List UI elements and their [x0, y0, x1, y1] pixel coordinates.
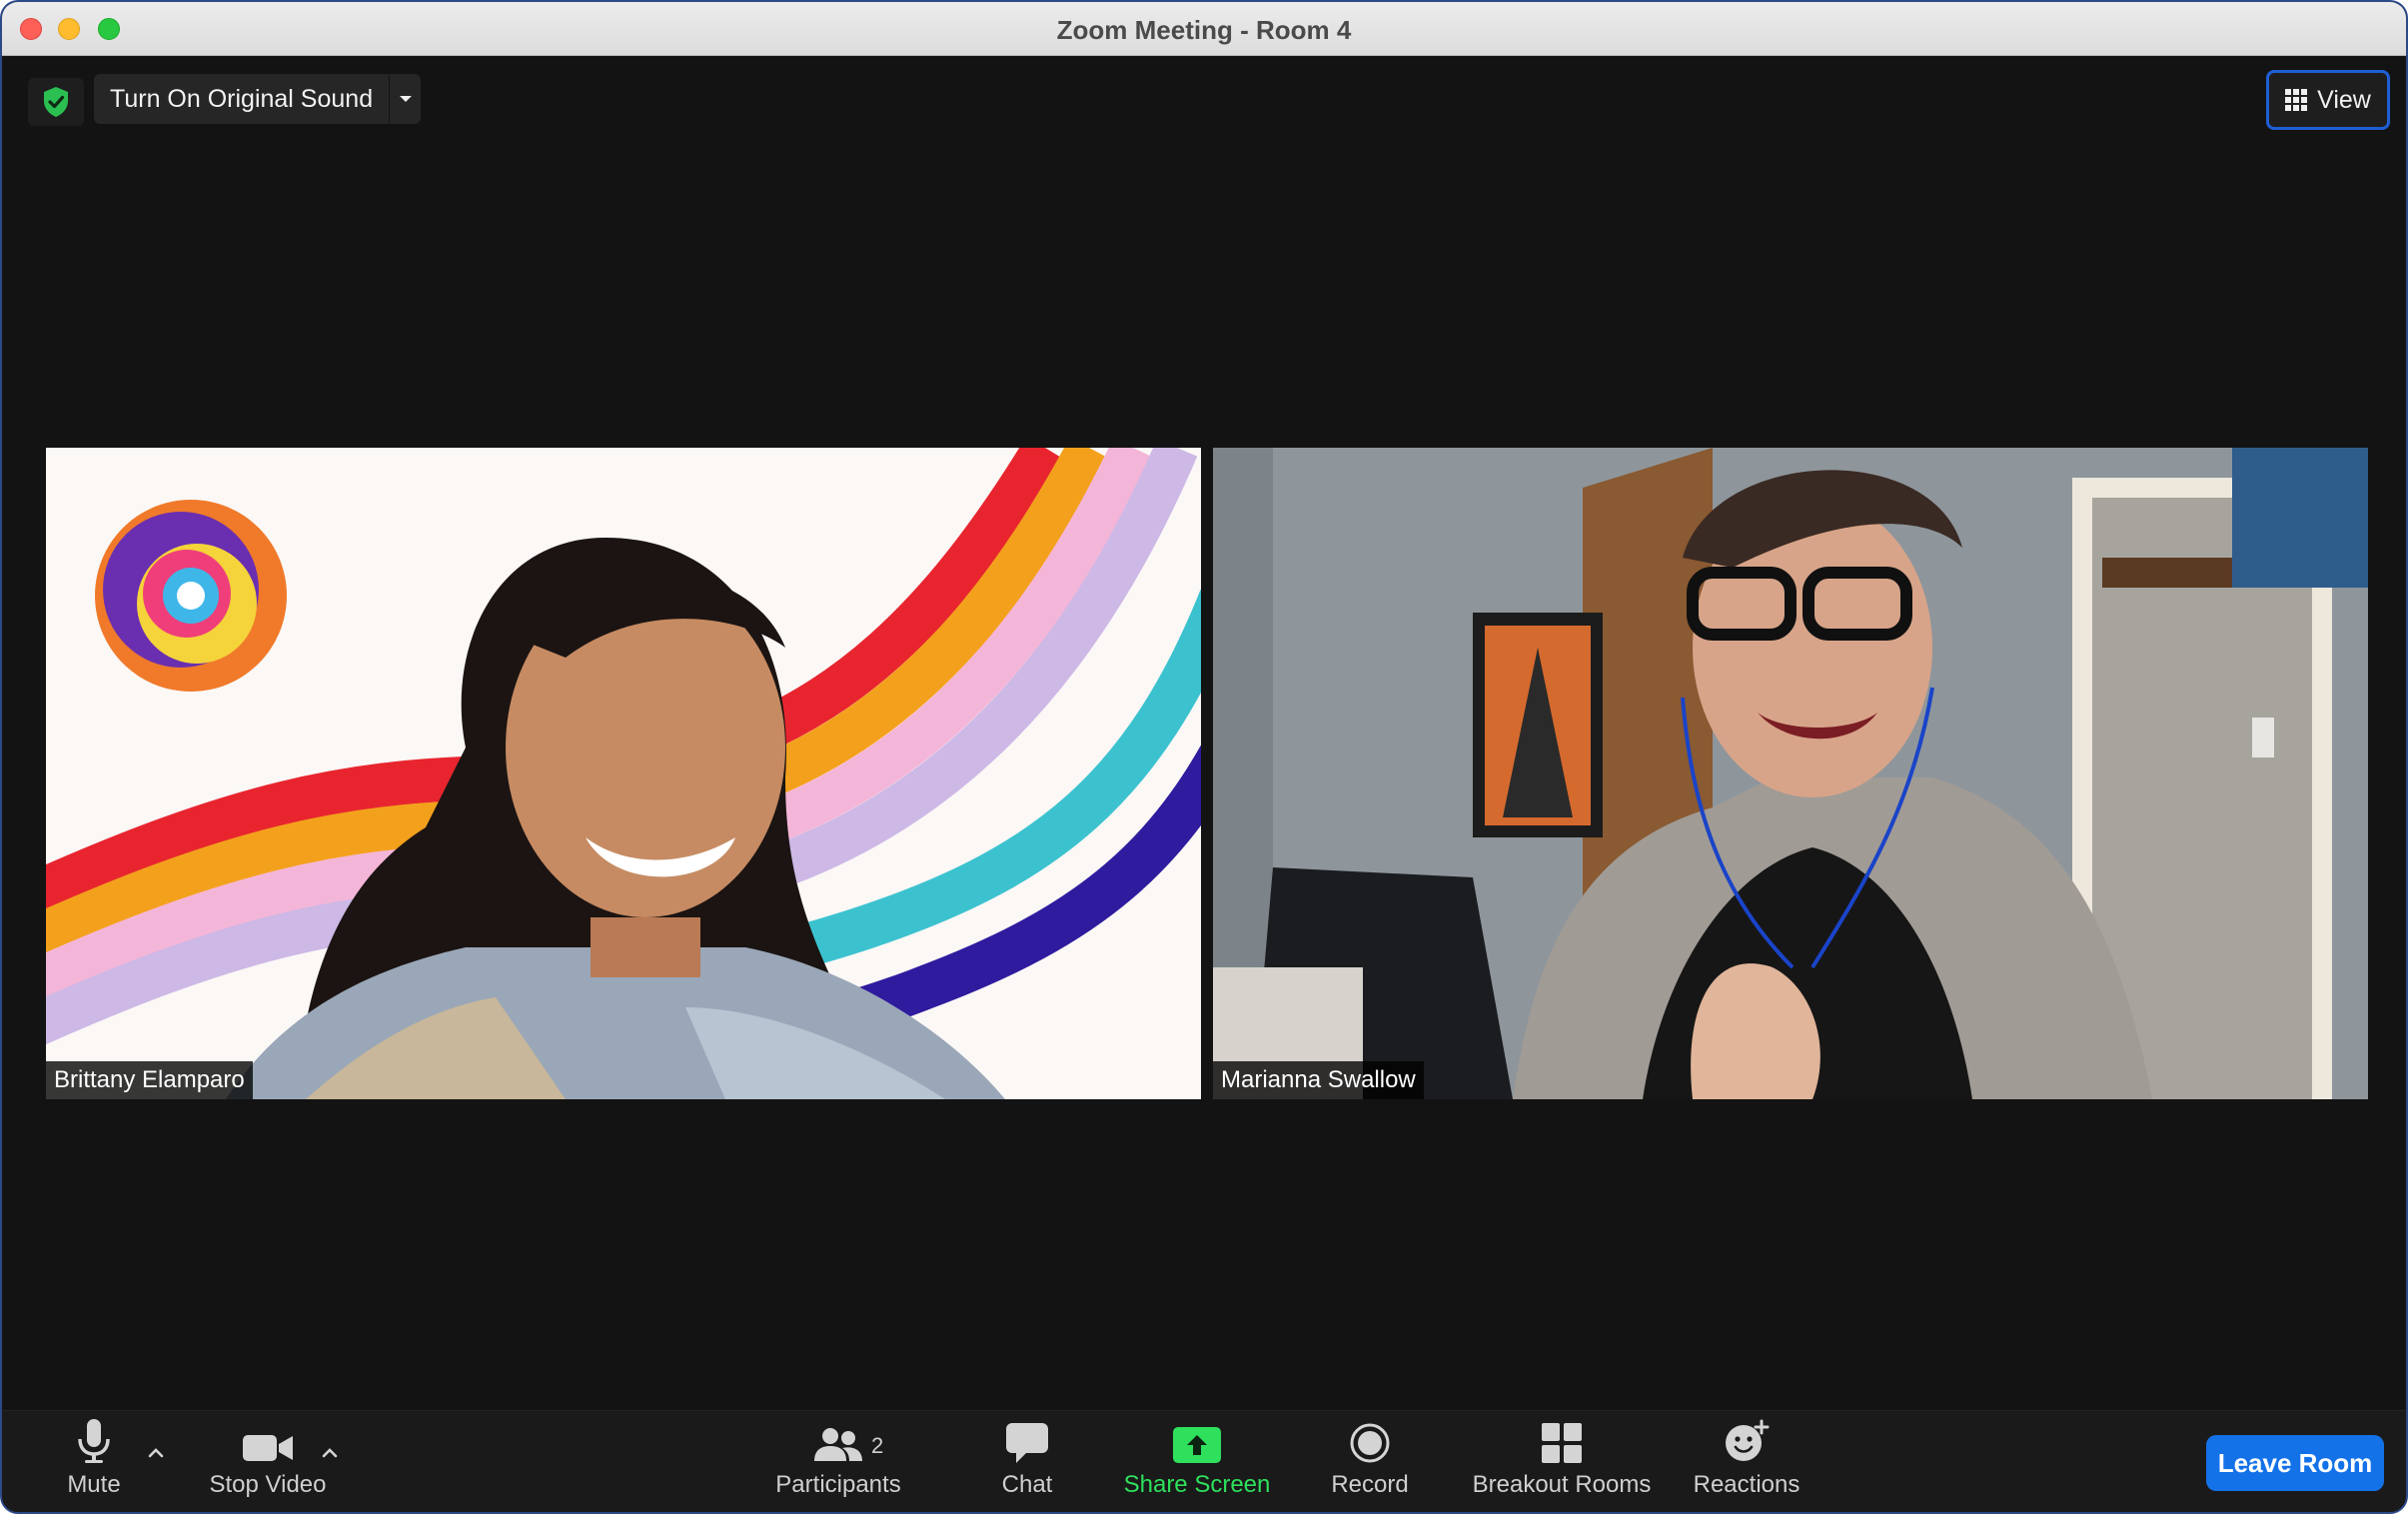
security-shield-button[interactable] [28, 78, 84, 126]
participant-name-tag: Brittany Elamparo [46, 1061, 253, 1099]
participant-video-feed [1213, 448, 2368, 1099]
participants-button[interactable]: Participants [767, 1411, 909, 1512]
breakout-rooms-button[interactable]: Breakout Rooms [1467, 1411, 1657, 1512]
chat-button[interactable]: Chat [987, 1411, 1067, 1512]
caret-up-icon [148, 1448, 164, 1458]
share-screen-icon [1173, 1427, 1221, 1463]
original-sound-control: Turn On Original Sound [94, 74, 422, 124]
window-title: Zoom Meeting - Room 4 [1056, 15, 1352, 45]
video-camera-icon [243, 1435, 293, 1461]
view-label: View [2317, 85, 2371, 114]
breakout-rooms-icon [1542, 1423, 1582, 1463]
view-button[interactable]: View [2266, 70, 2390, 130]
participants-count: 2 [871, 1433, 884, 1458]
caret-down-icon [399, 96, 412, 102]
stop-video-label: Stop Video [209, 1471, 327, 1498]
participants-icon [814, 1428, 862, 1461]
video-tile-marianna[interactable]: Marianna Swallow [1213, 448, 2368, 1099]
reactions-smiley-icon [1726, 1419, 1770, 1461]
record-button[interactable]: Record [1319, 1411, 1421, 1512]
participant-name-tag: Marianna Swallow [1213, 1061, 1424, 1099]
video-options-caret[interactable] [318, 1441, 342, 1465]
original-sound-dropdown[interactable] [389, 74, 421, 124]
title-bar: Zoom Meeting - Room 4 [2, 2, 2406, 56]
leave-room-button[interactable]: Leave Room [2206, 1435, 2384, 1491]
meeting-toolbar: Mute Stop Video Participants 2 Chat Shar… [2, 1410, 2406, 1512]
grid-icon [2285, 89, 2308, 111]
record-label: Record [1331, 1471, 1409, 1498]
reactions-label: Reactions [1693, 1471, 1801, 1498]
stop-video-button[interactable]: Stop Video [200, 1411, 336, 1512]
caret-up-icon [322, 1448, 338, 1458]
shield-check-icon [44, 87, 68, 117]
original-sound-button[interactable]: Turn On Original Sound [94, 74, 389, 124]
participants-label: Participants [775, 1471, 901, 1498]
reactions-button[interactable]: Reactions [1689, 1411, 1805, 1512]
participant-video-feed [46, 448, 1201, 1099]
share-screen-label: Share Screen [1123, 1471, 1271, 1498]
chat-bubble-icon [1006, 1423, 1048, 1463]
audio-options-caret[interactable] [144, 1441, 168, 1465]
microphone-icon [78, 1419, 110, 1463]
mute-label: Mute [67, 1471, 121, 1498]
chat-label: Chat [1001, 1471, 1053, 1498]
zoom-window: Zoom Meeting - Room 4 Turn On Original S… [0, 0, 2408, 1514]
mute-button[interactable]: Mute [54, 1411, 134, 1512]
video-tile-brittany[interactable]: Brittany Elamparo [46, 448, 1201, 1099]
record-icon [1350, 1423, 1390, 1463]
share-screen-button[interactable]: Share Screen [1117, 1411, 1277, 1512]
breakout-rooms-label: Breakout Rooms [1472, 1471, 1652, 1498]
